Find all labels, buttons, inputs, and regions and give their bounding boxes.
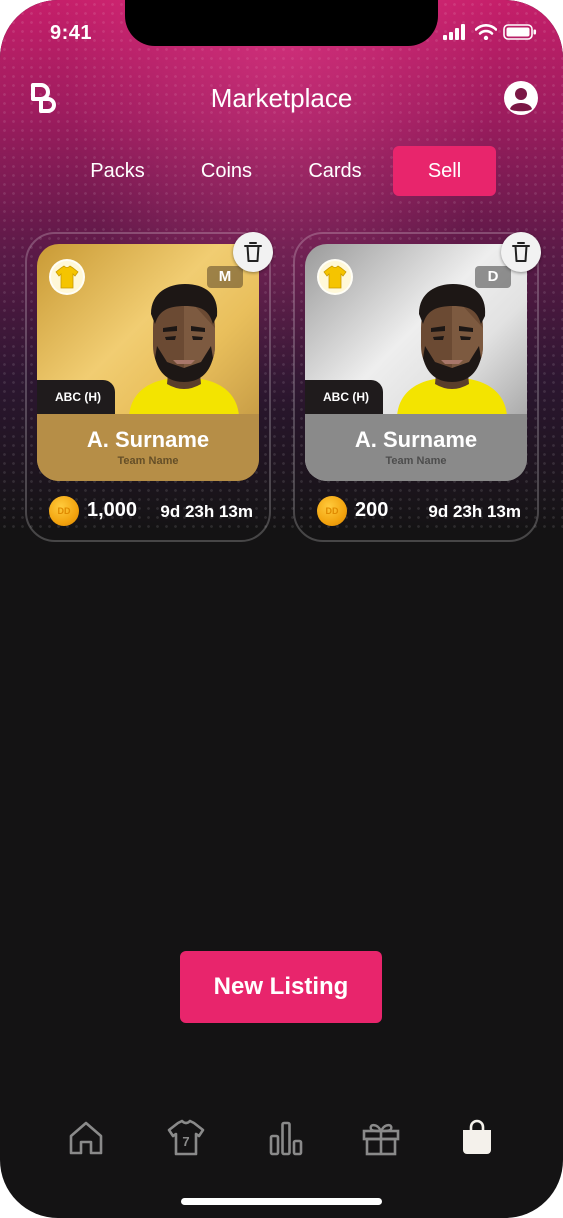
shopping-bag-icon[interactable]	[457, 1118, 497, 1158]
home-indicator[interactable]	[181, 1198, 382, 1205]
bottom-navigation: 7	[0, 1110, 563, 1170]
position-badge: ABC (H)	[37, 380, 115, 414]
page-title: Marketplace	[210, 83, 353, 113]
listing-card[interactable]: D ABC (H) A. Surname Team Name DD 200 9d…	[293, 232, 541, 542]
gift-icon[interactable]	[361, 1118, 401, 1158]
position-badge: ABC (H)	[305, 380, 383, 414]
jersey-number: 7	[182, 1134, 189, 1149]
price-row: DD 1,000 9d 23h 13m	[27, 494, 273, 528]
notch	[125, 0, 438, 46]
delete-listing-button[interactable]	[501, 232, 541, 272]
tab-packs[interactable]: Packs	[80, 146, 155, 196]
wifi-icon	[475, 24, 497, 40]
tab-sell[interactable]: Sell	[393, 146, 496, 196]
player-card[interactable]: D ABC (H) A. Surname Team Name	[305, 244, 527, 481]
club-shirt-badge	[317, 259, 353, 295]
trash-icon	[512, 242, 530, 262]
status-icons	[443, 24, 537, 40]
new-listing-button[interactable]: New Listing	[180, 951, 382, 1023]
phone-screen: 9:41 Marketplace Packs Coins Cards Sell …	[0, 0, 563, 1218]
tab-coins[interactable]: Coins	[190, 146, 263, 196]
signal-icon	[443, 24, 465, 40]
battery-icon	[503, 24, 536, 40]
coin-icon: DD	[317, 496, 347, 526]
player-avatar	[129, 284, 239, 416]
player-card[interactable]: M ABC (H) A. Surname Team Name	[37, 244, 259, 481]
player-avatar	[397, 284, 507, 416]
listing-price: 1,000	[87, 499, 138, 521]
listing-card[interactable]: M ABC (H) A. Surname Team Name DD 1,000 …	[25, 232, 273, 542]
club-shirt-badge	[49, 259, 85, 295]
coin-icon: DD	[49, 496, 79, 526]
listing-time-left: 9d 23h 13m	[428, 502, 521, 521]
jersey-icon[interactable]: 7	[166, 1118, 206, 1158]
player-name: A. Surname	[354, 427, 478, 452]
user-circle-icon[interactable]	[503, 80, 539, 116]
delete-listing-button[interactable]	[233, 232, 273, 272]
listing-time-left: 9d 23h 13m	[160, 502, 253, 521]
marketplace-tabs: Packs Coins Cards Sell	[0, 146, 563, 196]
team-name: Team Name	[385, 455, 447, 467]
trash-icon	[244, 242, 262, 262]
player-name: A. Surname	[86, 427, 210, 452]
tab-cards[interactable]: Cards	[298, 146, 372, 196]
price-row: DD 200 9d 23h 13m	[295, 494, 541, 528]
listing-price: 200	[355, 499, 389, 521]
bar-chart-icon[interactable]	[266, 1118, 306, 1158]
jersey-icon	[323, 265, 347, 289]
status-time: 9:41	[50, 22, 93, 44]
jersey-icon	[55, 265, 79, 289]
team-name: Team Name	[117, 455, 179, 467]
home-icon[interactable]	[66, 1118, 106, 1158]
